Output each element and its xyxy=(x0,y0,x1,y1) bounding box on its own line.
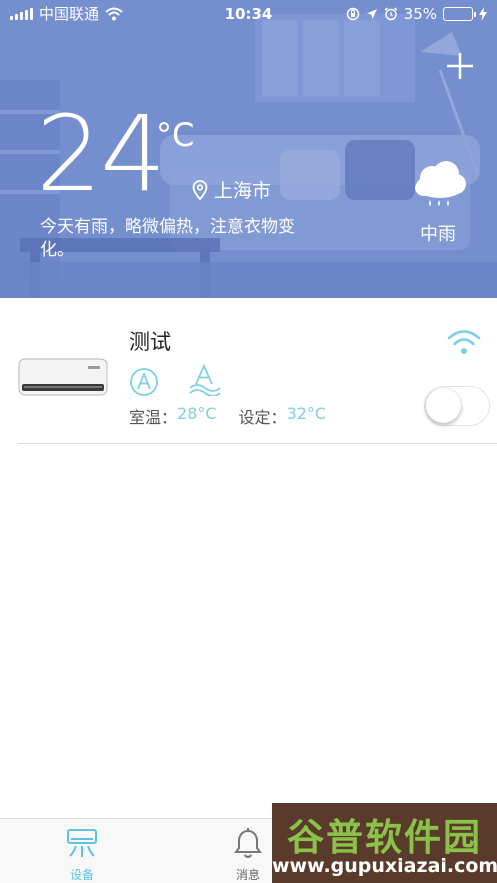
device-name: 测试 xyxy=(129,330,171,354)
rain-cloud-icon xyxy=(415,161,466,206)
room-temp-label: 室温： xyxy=(129,408,178,427)
add-device-button[interactable] xyxy=(442,48,478,84)
air-conditioner-image xyxy=(18,358,108,396)
watermark-title: 谷普软件园 xyxy=(287,816,482,859)
list-divider xyxy=(18,443,497,444)
orientation-lock-icon xyxy=(346,7,359,21)
power-toggle[interactable] xyxy=(424,386,490,426)
bell-icon xyxy=(234,828,262,858)
weather-advice: 今天有雨，略微偏热，注意衣物变化。 xyxy=(40,217,295,260)
room-temp-value: 28°C xyxy=(177,404,217,423)
alarm-icon xyxy=(384,7,398,21)
auto-mode-icon xyxy=(130,368,158,396)
location-arrow-icon xyxy=(366,9,377,19)
watermark-url: www.gupuxiazai.com xyxy=(272,855,497,877)
set-temp-value: 32°C xyxy=(286,404,327,423)
weather-header: 中国联通 10:34 35% 24 °C 上海市 今天有雨，略微偏热，注意衣物变… xyxy=(0,0,497,298)
device-icon xyxy=(67,829,97,857)
temperature-readings: 室温： 28°C 设定： 32°C xyxy=(129,404,326,428)
device-wifi-icon xyxy=(447,330,481,354)
charging-icon xyxy=(479,7,487,21)
temperature-unit: °C xyxy=(156,116,195,154)
status-bar: 中国联通 10:34 35% xyxy=(0,0,497,28)
wind-mode-icon xyxy=(189,364,221,396)
battery-percent: 35% xyxy=(403,5,437,23)
tab-devices[interactable]: 设备 xyxy=(42,819,122,883)
weather-condition: 中雨 xyxy=(420,224,456,245)
battery-icon xyxy=(443,7,476,21)
tab-devices-label: 设备 xyxy=(69,868,94,882)
map-pin-icon xyxy=(192,179,208,200)
city-name: 上海市 xyxy=(214,180,272,202)
set-temp-label: 设定： xyxy=(238,408,287,427)
toggle-knob xyxy=(426,388,461,423)
location: 上海市 xyxy=(192,176,271,203)
site-watermark: 谷普软件园 www.gupuxiazai.com xyxy=(272,803,497,883)
current-temperature: 24 xyxy=(36,93,166,215)
